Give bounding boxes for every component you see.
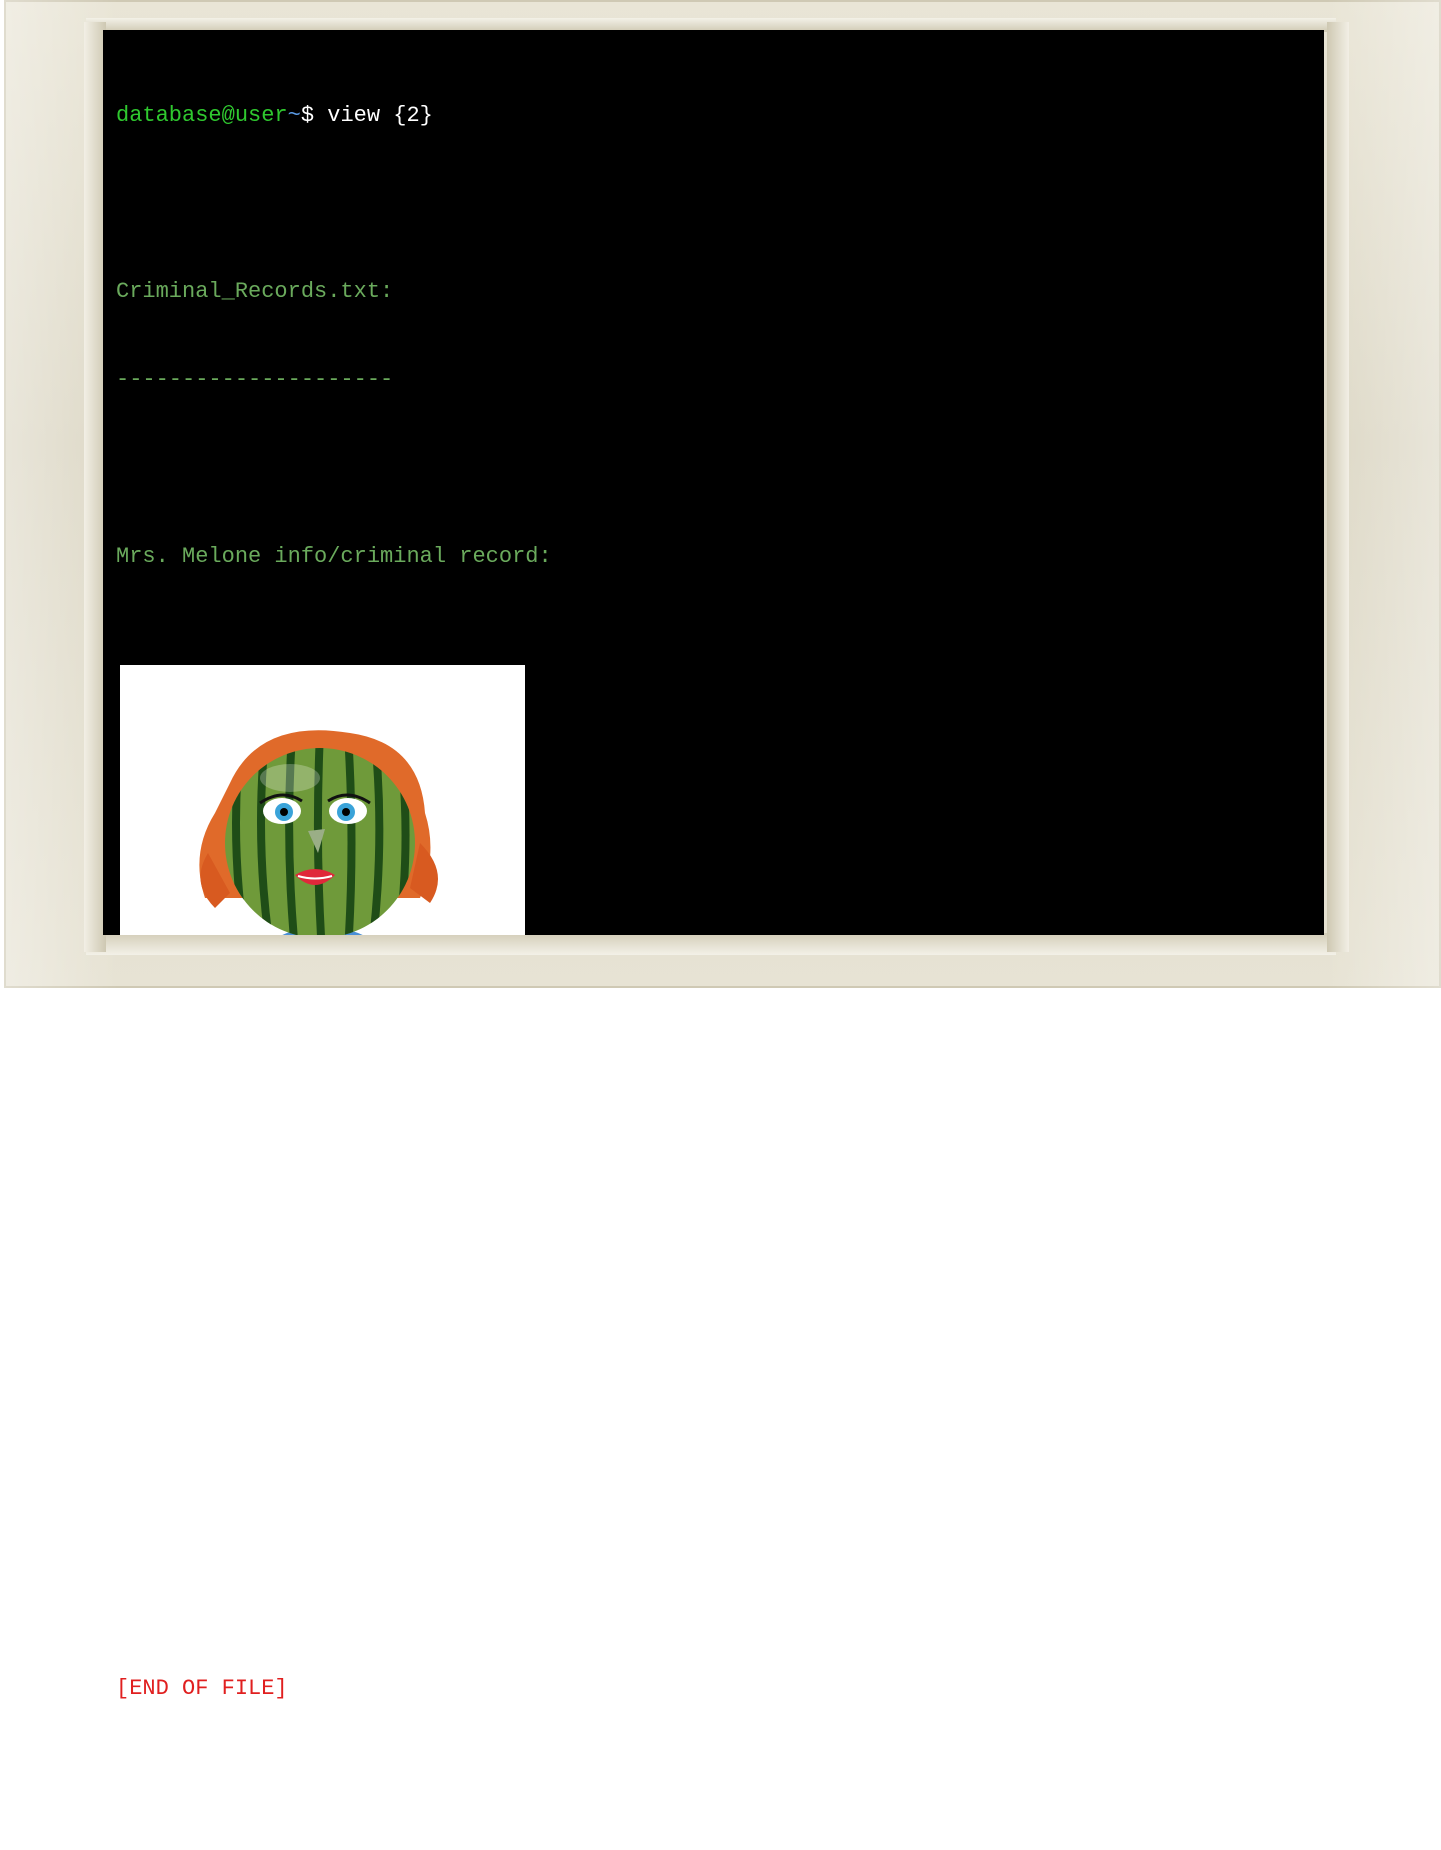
prompt-symbol: $ [300, 102, 328, 128]
terminal-output: database@user~$ view {2} Criminal_Record… [116, 42, 1306, 1850]
end-of-file-marker: [END OF FILE] [116, 1675, 288, 1701]
watermelon-woman-illustration [199, 730, 438, 935]
bezel-bevel-right [1327, 22, 1349, 952]
command-text: view {2} [327, 102, 433, 128]
notes-field: Notes: Legally owns gun [116, 1410, 420, 1436]
prompt-path: ~ [287, 102, 301, 128]
suspect-photo [120, 664, 525, 935]
age-field: Age: 43 [116, 1234, 209, 1260]
prompt-user: database@user [116, 102, 288, 128]
file-name: Criminal_Records.txt: [116, 279, 394, 305]
file-separator: --------------------- [116, 367, 394, 393]
terminal-screen[interactable]: database@user~$ view {2} Criminal_Record… [103, 30, 1324, 1789]
gender-field: Gender: F [116, 1322, 235, 1348]
command-line: database@user~$ view {2} [116, 101, 1306, 130]
photo-caption: [caption] Mrs. Seedith J. Melone a day b… [118, 1028, 1280, 1084]
return-prompt[interactable]: Press any key to return to main menu... [116, 1762, 1306, 1791]
section-title: Mrs. Melone info/criminal record: [116, 543, 552, 569]
